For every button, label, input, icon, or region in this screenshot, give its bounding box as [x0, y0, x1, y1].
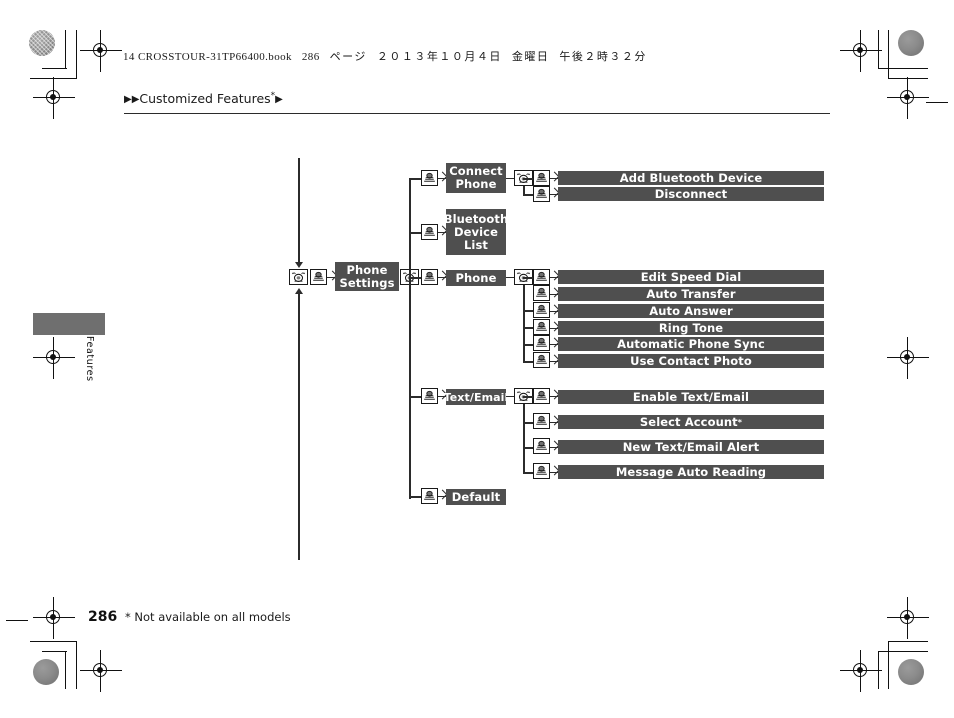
node-label: Text/Email — [443, 390, 509, 404]
node-select-account[interactable]: Select Account * — [558, 415, 824, 429]
node-message-auto-reading[interactable]: Message Auto Reading — [558, 465, 824, 479]
subbranch-bus-line — [523, 285, 525, 362]
branch-line — [409, 232, 421, 234]
branch-line — [523, 422, 533, 424]
level1-bus-line — [409, 179, 411, 499]
node-use-contact-photo[interactable]: Use Contact Photo — [558, 354, 824, 368]
branch-line — [523, 344, 533, 346]
push-select-knob-icon[interactable] — [533, 170, 550, 186]
node-connect-phone[interactable]: Connect Phone — [446, 163, 506, 193]
push-select-knob-icon[interactable] — [533, 302, 550, 318]
node-new-text-email-alert[interactable]: New Text/Email Alert — [558, 440, 824, 454]
branch-line — [523, 194, 533, 196]
push-select-knob-icon[interactable] — [533, 463, 550, 479]
node-add-bluetooth-device[interactable]: Add Bluetooth Device — [558, 171, 824, 185]
node-ring-tone[interactable]: Ring Tone — [558, 321, 824, 335]
node-text-email[interactable]: Text/Email — [443, 389, 509, 405]
node-label: Phone — [455, 270, 497, 285]
node-label-line1: Bluetooth — [443, 211, 509, 226]
node-label-line2: Device — [453, 224, 498, 239]
push-select-knob-icon[interactable] — [533, 186, 550, 202]
node-default[interactable]: Default — [446, 489, 506, 505]
node-label: Ring Tone — [658, 320, 724, 335]
subbranch-bus-line — [523, 404, 525, 472]
connector-line — [506, 177, 514, 179]
node-auto-transfer[interactable]: Auto Transfer — [558, 287, 824, 301]
branch-line — [523, 472, 533, 474]
node-bluetooth-device-list[interactable]: Bluetooth Device List — [443, 209, 509, 255]
footnote-text: * Not available on all models — [125, 610, 291, 624]
node-label: Use Contact Photo — [630, 353, 752, 368]
node-label: Edit Speed Dial — [640, 269, 742, 284]
push-select-knob-icon[interactable] — [533, 388, 550, 404]
branch-line — [409, 496, 421, 498]
branch-line — [409, 277, 421, 279]
push-select-knob-icon[interactable] — [421, 488, 438, 504]
push-select-knob-icon[interactable] — [421, 269, 438, 285]
branch-line — [523, 327, 533, 329]
arrow-up-icon — [294, 288, 303, 294]
node-disconnect[interactable]: Disconnect — [558, 187, 824, 201]
node-enable-text-email[interactable]: Enable Text/Email — [558, 390, 824, 404]
manual-page: 14 CROSSTOUR-31TP66400.book 286 ページ ２０１３年１０… — [0, 0, 954, 718]
node-label: Default — [451, 489, 501, 504]
node-label: Automatic Phone Sync — [617, 336, 765, 351]
node-phone[interactable]: Phone — [446, 270, 506, 286]
push-select-knob-icon[interactable] — [533, 319, 550, 335]
push-select-knob-icon[interactable] — [533, 352, 550, 368]
node-label: New Text/Email Alert — [622, 439, 760, 454]
branch-line — [523, 310, 533, 312]
node-label-asterisk: * — [737, 417, 743, 427]
node-label: Auto Transfer — [646, 286, 736, 301]
flow-spine-line-lower — [298, 292, 300, 560]
connector-line — [506, 395, 514, 397]
node-label: Select Account — [639, 414, 738, 429]
node-label-line3: List — [463, 237, 488, 252]
branch-line — [409, 396, 421, 398]
branch-line — [523, 447, 533, 449]
branch-line — [523, 361, 533, 363]
branch-line — [523, 178, 533, 180]
push-select-knob-icon[interactable] — [421, 224, 438, 240]
flow-spine-line — [298, 158, 300, 266]
push-select-knob-icon[interactable] — [533, 285, 550, 301]
node-label-line2: Settings — [339, 275, 395, 290]
node-edit-speed-dial[interactable]: Edit Speed Dial — [558, 270, 824, 284]
node-auto-answer[interactable]: Auto Answer — [558, 304, 824, 318]
node-label: Add Bluetooth Device — [619, 170, 763, 185]
node-label: Auto Answer — [649, 303, 733, 318]
branch-line — [409, 178, 421, 180]
node-phone-settings[interactable]: Phone Settings — [335, 262, 399, 291]
node-label: Disconnect — [654, 186, 728, 201]
branch-line — [523, 277, 533, 279]
push-select-knob-icon[interactable] — [421, 388, 438, 404]
push-select-knob-icon[interactable] — [533, 413, 550, 429]
branch-line — [523, 396, 533, 398]
node-label-line1: Phone — [346, 262, 388, 277]
push-select-knob-icon[interactable] — [533, 438, 550, 454]
node-label: Enable Text/Email — [632, 389, 750, 404]
push-select-knob-icon[interactable] — [533, 269, 550, 285]
arrow-down-icon — [294, 262, 303, 268]
node-automatic-phone-sync[interactable]: Automatic Phone Sync — [558, 337, 824, 351]
node-label: Message Auto Reading — [615, 464, 767, 479]
rotary-dial-knob-icon[interactable] — [289, 269, 308, 285]
push-select-knob-icon[interactable] — [421, 170, 438, 186]
page-number: 286 — [88, 609, 118, 625]
connector-line — [506, 276, 514, 278]
push-select-knob-icon[interactable] — [533, 335, 550, 351]
push-select-knob-icon[interactable] — [310, 269, 327, 285]
node-label-line2: Phone — [455, 177, 497, 191]
